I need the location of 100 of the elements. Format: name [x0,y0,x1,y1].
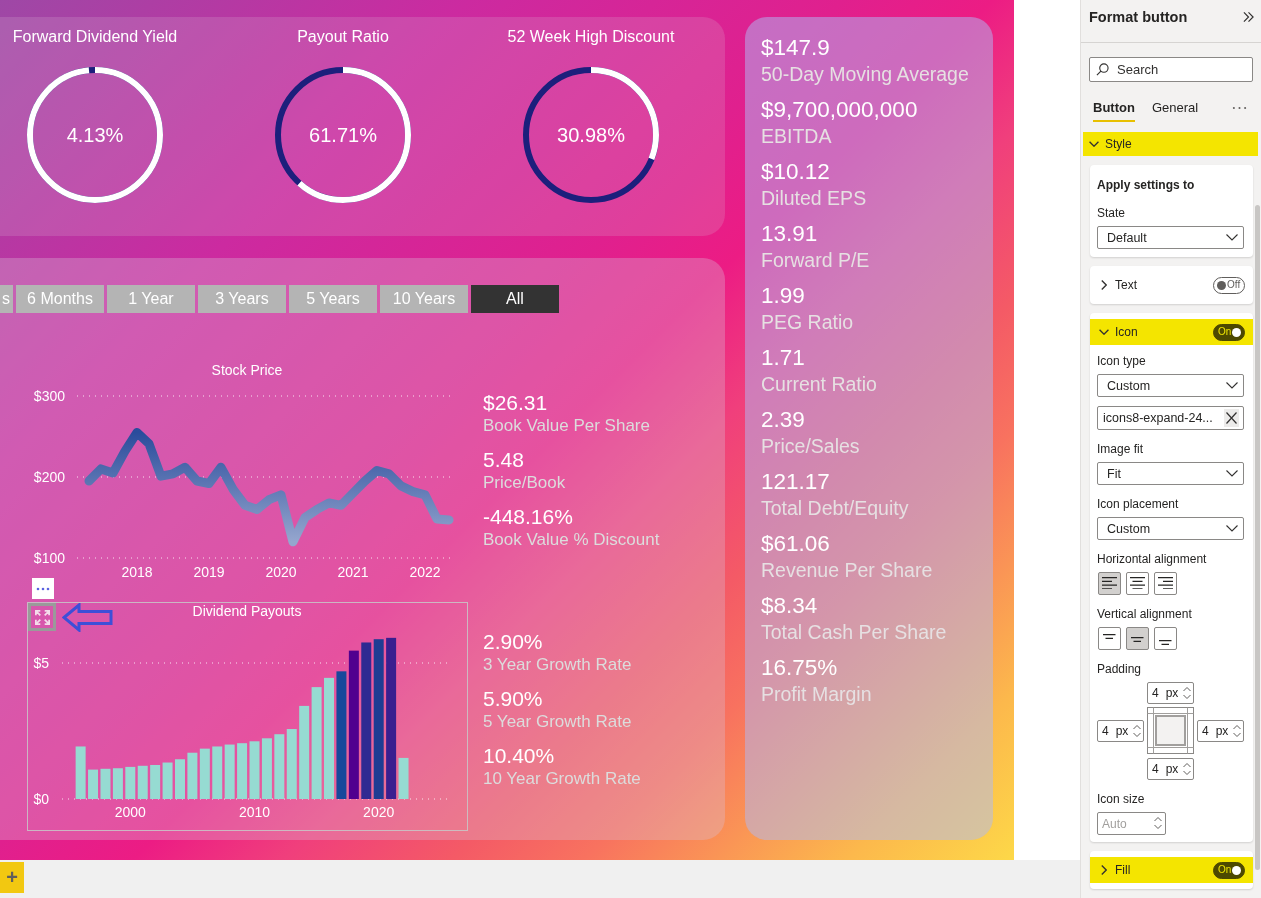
axis-label: $0 [33,791,49,807]
gauge-title: 52 Week High Discount [507,27,675,47]
bar [162,762,173,799]
spinner-arrows-icon [1133,724,1141,737]
metric-label: 3 Year Growth Rate [483,654,632,676]
section-header[interactable]: Icon On [1090,319,1253,345]
axis-label: $300 [33,388,65,404]
toggle-switch[interactable]: Off [1213,276,1245,294]
metric-label: Forward P/E [761,248,870,273]
expand-button[interactable] [28,603,56,631]
double-chevron-icon[interactable] [1243,11,1254,23]
metric-label: 10 Year Growth Rate [483,768,641,790]
file-field[interactable]: icons8-expand-24... [1097,406,1244,430]
search-icon [1096,63,1109,76]
metric-value: $9,700,000,000 [761,96,918,123]
padding-diagram [1147,707,1194,754]
metric-value: 2.90% [483,630,543,654]
metric-label: Diluted EPS [761,186,867,211]
toggle-switch[interactable]: On [1213,861,1245,879]
dropdown[interactable]: Custom [1097,517,1244,540]
add-page-button[interactable]: + [0,862,24,893]
number-field[interactable]: 4 px [1147,757,1194,780]
bar [286,729,297,799]
axis-label: 2000 [114,804,146,820]
metric-label: Book Value Per Share [483,415,650,437]
metric-value: $147.9 [761,34,830,61]
metric-label: 50-Day Moving Average [761,62,969,87]
number-field[interactable]: 4 px [1147,682,1194,704]
align-right-icon [1158,576,1173,590]
dropdown[interactable]: Fit [1097,462,1244,485]
align-center-icon [1130,576,1145,590]
bar [88,769,99,799]
left-arrow-icon [62,603,113,632]
more-icon [36,586,50,591]
more-icon[interactable] [1232,106,1247,110]
number-field[interactable]: 4 px [1097,719,1144,742]
chart-title: Dividend Payouts [192,603,302,619]
metric-value: 5.48 [483,448,524,472]
metric-value: $26.31 [483,391,548,415]
close-icon[interactable] [1224,409,1239,427]
axis-label: $200 [33,469,65,485]
metric-label: Total Debt/Equity [761,496,909,521]
chevron-down-icon [1226,382,1238,389]
gauge-title: Forward Dividend Yield [12,27,178,47]
bar [249,741,260,799]
bar [137,765,148,799]
scrollbar[interactable] [1255,205,1260,870]
metric-value: 1.99 [761,282,805,309]
spinner-arrows-icon [1183,762,1191,775]
bar [187,752,198,799]
bar [112,768,123,799]
metric-label: PEG Ratio [761,310,854,335]
section-header[interactable]: Text Off [1090,272,1253,298]
axis-label: $100 [33,550,65,566]
metric-value: 10.40% [483,744,555,768]
section-header[interactable]: Fill On [1090,857,1253,883]
metric-value: 121.17 [761,468,830,495]
bar [274,734,285,799]
chevron-down-icon [1226,234,1238,241]
gauge-value: 61.71% [309,123,377,147]
metric-value: 5.90% [483,687,543,711]
section-header[interactable]: Style [1083,132,1258,156]
align-button[interactable] [1098,627,1121,650]
dropdown[interactable]: Default [1097,226,1244,249]
axis-label: 2010 [238,804,271,820]
metric-label: EBITDA [761,124,832,149]
spinner-arrows-icon [1233,724,1241,737]
axis-label: 2020 [265,564,297,580]
field-label: Padding [1097,662,1143,676]
align-button[interactable] [1126,627,1149,650]
number-field[interactable]: 4 px [1197,719,1244,742]
chevron-down-icon [1226,525,1238,532]
toggle-switch[interactable]: On [1213,323,1245,341]
bar [125,766,136,799]
gauge-title: Payout Ratio [297,27,389,47]
field-label: Horizontal alignment [1097,552,1208,566]
expand-icon [34,609,50,625]
metric-value: $8.34 [761,592,818,619]
bar [224,744,235,799]
field-label: Vertical alignment [1097,607,1193,621]
bar [75,746,86,799]
chart-title: Stock Price [211,362,283,378]
align-button[interactable] [1126,572,1149,595]
align-button[interactable] [1154,627,1177,650]
metric-value: 13.91 [761,220,818,247]
bar [261,738,272,799]
align-button[interactable] [1154,572,1177,595]
align-bottom-icon [1159,640,1172,646]
metric-label: Book Value % Discount [483,529,660,551]
more-options-button[interactable] [32,578,54,599]
bar [237,743,248,799]
pane-tab[interactable]: General [1151,99,1199,122]
search-field[interactable]: Search [1089,57,1253,82]
align-button[interactable] [1098,572,1121,595]
spinner-arrows-icon [1183,687,1191,699]
number-field[interactable]: Auto [1097,812,1166,835]
metric-label: Profit Margin [761,682,872,707]
pane-tab[interactable]: Button [1093,99,1135,122]
dropdown[interactable]: Custom [1097,374,1244,397]
period-tab[interactable]: All [471,285,559,313]
